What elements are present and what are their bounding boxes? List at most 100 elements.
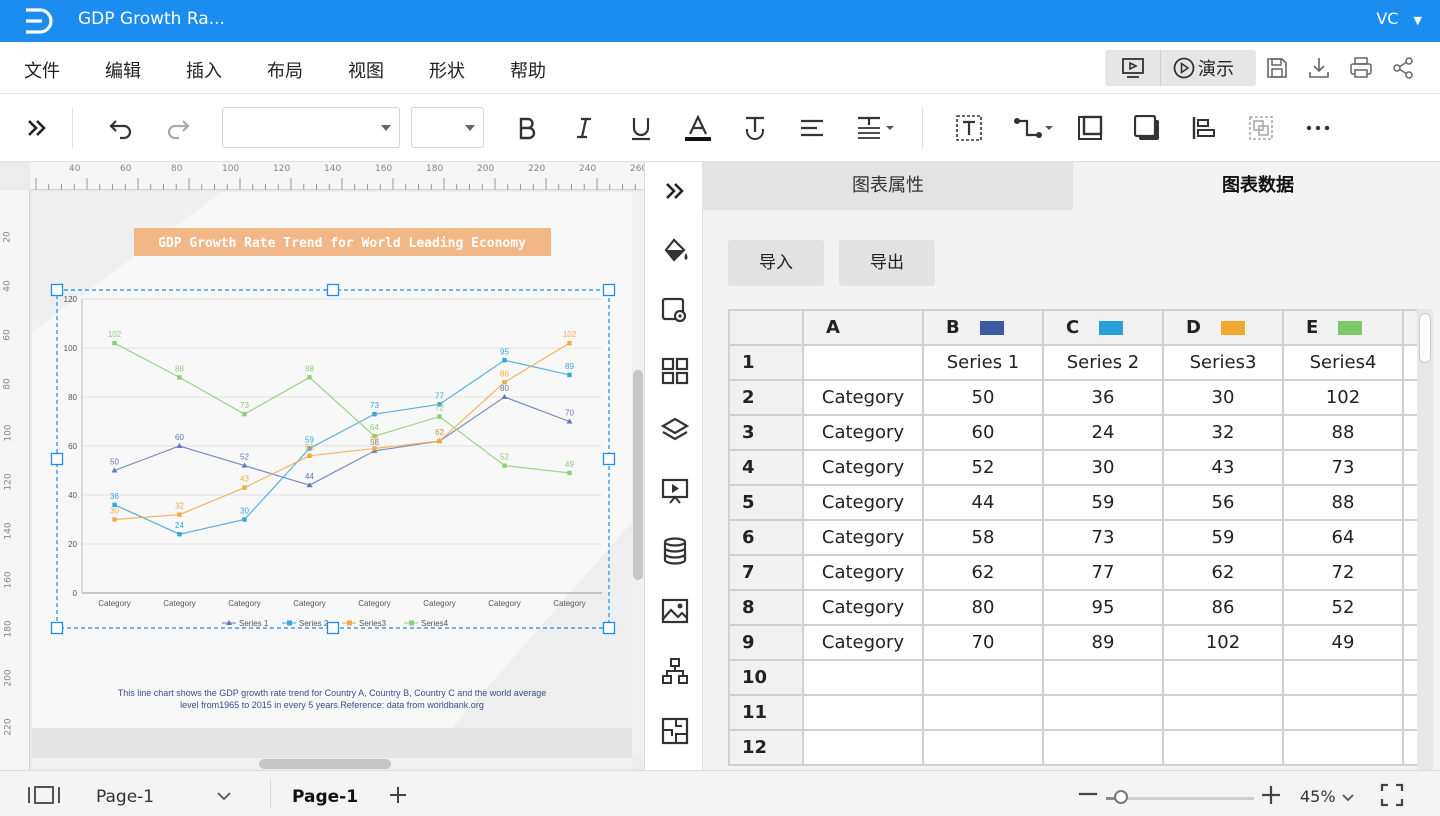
grid-cell[interactable] <box>1162 729 1284 766</box>
grid-cell[interactable]: 73 <box>1042 519 1164 556</box>
grid-cell[interactable]: 30 <box>1042 449 1164 486</box>
grid-cell[interactable]: 102 <box>1162 624 1284 661</box>
collapse-sidebar-icon[interactable] <box>24 115 50 141</box>
grid-cell[interactable] <box>922 729 1044 766</box>
grid-cell[interactable] <box>922 694 1044 731</box>
grid-cell[interactable]: 88 <box>1282 484 1404 521</box>
grid-cell[interactable]: Series 1 <box>922 344 1044 381</box>
font-color-icon[interactable] <box>685 115 711 141</box>
app-logo-icon[interactable] <box>22 6 54 36</box>
grid-cell[interactable] <box>1282 659 1404 696</box>
grid-cell[interactable]: 77 <box>1042 554 1164 591</box>
grid-column-header[interactable]: B <box>922 309 1044 346</box>
resize-handle[interactable] <box>50 283 64 297</box>
grid-cell[interactable]: Category <box>802 379 924 416</box>
widgets-icon[interactable] <box>660 356 690 386</box>
align-objects-icon[interactable] <box>1191 115 1217 141</box>
grid-cell[interactable] <box>1042 659 1164 696</box>
save-icon[interactable] <box>1265 56 1289 80</box>
redo-icon[interactable] <box>165 115 191 141</box>
undo-icon[interactable] <box>108 115 134 141</box>
grid-cell[interactable] <box>1042 694 1164 731</box>
underline-icon[interactable] <box>628 115 654 141</box>
resize-handle[interactable] <box>326 621 340 635</box>
resize-handle[interactable] <box>326 283 340 297</box>
grid-cell[interactable] <box>802 344 924 381</box>
add-page-icon[interactable] <box>388 785 408 805</box>
data-grid[interactable]: A B C D E 1 Series 1 Series 2 Series3 Series4 2 Cat… <box>728 309 1428 766</box>
grid-cell[interactable]: 52 <box>1282 589 1404 626</box>
page-view-icon[interactable] <box>27 785 61 805</box>
page-tab[interactable]: Page-1 <box>292 787 358 807</box>
chevron-down-icon[interactable] <box>216 791 232 801</box>
grid-cell[interactable] <box>922 659 1044 696</box>
font-family-select[interactable] <box>222 107 400 148</box>
scrollbar-thumb[interactable] <box>1419 313 1431 363</box>
grid-cell[interactable]: 88 <box>1282 414 1404 451</box>
grid-cell[interactable]: 60 <box>922 414 1044 451</box>
grid-scrollbar[interactable] <box>1417 309 1433 770</box>
database-icon[interactable] <box>660 536 690 566</box>
grid-cell[interactable] <box>1282 729 1404 766</box>
grid-cell[interactable]: Series 2 <box>1042 344 1164 381</box>
grid-cell[interactable] <box>1042 729 1164 766</box>
grid-cell[interactable]: 102 <box>1282 379 1404 416</box>
series-color-swatch[interactable] <box>979 321 1004 335</box>
grid-cell[interactable]: 43 <box>1162 449 1284 486</box>
series-color-swatch[interactable] <box>1099 321 1124 335</box>
tab-chart-data[interactable]: 图表数据 <box>1073 162 1440 210</box>
bring-to-front-icon[interactable] <box>1077 115 1103 141</box>
grid-cell[interactable]: 58 <box>922 519 1044 556</box>
scrollbar-thumb[interactable] <box>633 370 643 580</box>
resize-handle[interactable] <box>50 621 64 635</box>
grid-cell[interactable]: 73 <box>1282 449 1404 486</box>
layers-icon[interactable] <box>660 416 690 446</box>
print-icon[interactable] <box>1349 56 1373 80</box>
grid-cell[interactable]: Category <box>802 554 924 591</box>
grid-cell[interactable] <box>1162 694 1284 731</box>
grid-cell[interactable] <box>1162 659 1284 696</box>
italic-icon[interactable] <box>571 115 597 141</box>
grid-cell[interactable]: 32 <box>1162 414 1284 451</box>
grid-cell[interactable] <box>802 729 924 766</box>
menu-view[interactable]: 视图 <box>348 57 384 83</box>
group-icon[interactable] <box>1248 115 1274 141</box>
grid-cell[interactable]: Series4 <box>1282 344 1404 381</box>
grid-cell[interactable]: 80 <box>922 589 1044 626</box>
resize-handle[interactable] <box>602 621 616 635</box>
grid-cell[interactable]: 24 <box>1042 414 1164 451</box>
zoom-slider-knob[interactable] <box>1113 790 1128 804</box>
grid-cell[interactable]: Category <box>802 519 924 556</box>
present-window-icon[interactable] <box>1121 57 1145 79</box>
grid-cell[interactable]: 95 <box>1042 589 1164 626</box>
grid-cell[interactable]: 70 <box>922 624 1044 661</box>
grid-cell[interactable]: Category <box>802 449 924 486</box>
menu-shape[interactable]: 形状 <box>429 57 465 83</box>
menu-help[interactable]: 帮助 <box>510 57 546 83</box>
fullscreen-icon[interactable] <box>1380 783 1404 807</box>
zoom-level[interactable]: 45% <box>1300 787 1336 806</box>
grid-cell[interactable]: 59 <box>1042 484 1164 521</box>
grid-cell[interactable]: Category <box>802 624 924 661</box>
zoom-slider-track[interactable] <box>1106 797 1254 800</box>
line-chart[interactable]: GDP Growth Rate Trend for World Leading … <box>32 192 632 728</box>
connector-icon[interactable] <box>1013 115 1055 141</box>
grid-cell[interactable]: Category <box>802 484 924 521</box>
grid-cell[interactable]: Series3 <box>1162 344 1284 381</box>
grid-cell[interactable] <box>802 659 924 696</box>
page-canvas[interactable]: GDP Growth Rate Trend for World Leading … <box>32 192 632 728</box>
vertical-scrollbar[interactable] <box>632 192 644 758</box>
line-spacing-icon[interactable] <box>856 115 896 141</box>
grid-cell[interactable]: 52 <box>922 449 1044 486</box>
series-color-swatch[interactable] <box>1220 321 1245 335</box>
menu-edit[interactable]: 编辑 <box>105 57 141 83</box>
resize-handle[interactable] <box>602 283 616 297</box>
text-box-icon[interactable] <box>956 115 982 141</box>
page-selector-label[interactable]: Page-1 <box>96 787 154 807</box>
grid-column-header[interactable]: A <box>802 309 924 346</box>
text-style-icon[interactable] <box>742 115 768 141</box>
more-options-icon[interactable] <box>1305 115 1331 141</box>
image-icon[interactable] <box>660 596 690 626</box>
menu-layout[interactable]: 布局 <box>267 57 303 83</box>
bold-icon[interactable] <box>514 115 540 141</box>
